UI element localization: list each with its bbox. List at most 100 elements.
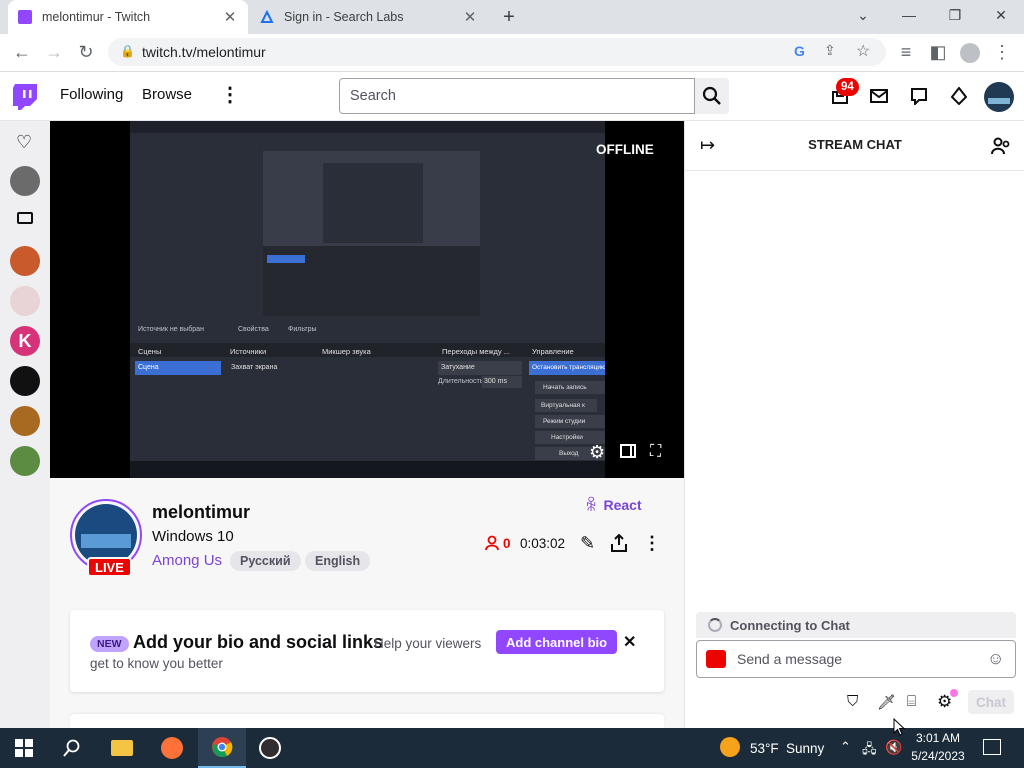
send-chat-button[interactable]: Chat bbox=[968, 690, 1014, 714]
fullscreen-icon[interactable]: ⛶ bbox=[650, 443, 661, 461]
edit-pencil-icon[interactable]: ✎ bbox=[580, 533, 595, 554]
live-badge: LIVE bbox=[87, 557, 132, 577]
close-tab-icon[interactable]: ✕ bbox=[462, 8, 478, 26]
user-avatar[interactable] bbox=[984, 82, 1014, 112]
channel-avatar[interactable] bbox=[10, 446, 40, 476]
restore-button[interactable]: ❐ bbox=[932, 0, 978, 30]
forward-button[interactable]: → bbox=[40, 34, 68, 70]
channel-name[interactable]: melontimur bbox=[152, 502, 250, 523]
inbox-icon[interactable] bbox=[867, 84, 891, 108]
obs-panel-title: Переходы между ... bbox=[442, 347, 510, 356]
obs-preview-window bbox=[263, 151, 480, 316]
filter-icon[interactable]: ⌸ bbox=[907, 693, 916, 710]
file-explorer-icon[interactable] bbox=[98, 728, 146, 768]
react-button[interactable]: ꆜ React bbox=[585, 494, 642, 516]
back-button[interactable]: ← bbox=[8, 34, 36, 70]
channel-avatar[interactable] bbox=[10, 286, 40, 316]
react-label: React bbox=[603, 497, 642, 513]
browser-tab-strip: melontimur - Twitch ✕ Sign in - Search L… bbox=[0, 0, 1024, 34]
chat-panel: ↦ STREAM CHAT Connecting to Chat Send a … bbox=[684, 121, 1024, 728]
channel-avatar[interactable]: K bbox=[10, 326, 40, 356]
side-panel-icon[interactable]: ◧ bbox=[924, 34, 952, 70]
weather-temperature[interactable]: 53°F bbox=[750, 741, 779, 756]
taskbar-search-icon[interactable] bbox=[48, 728, 96, 768]
search-button[interactable] bbox=[695, 78, 729, 114]
obs-panel-title: Источники bbox=[230, 347, 267, 356]
bits-icon[interactable] bbox=[947, 84, 971, 108]
chat-header: STREAM CHAT bbox=[808, 137, 902, 152]
clock-time[interactable]: 3:01 AM bbox=[908, 731, 968, 745]
browser-tab-search-labs[interactable]: Sign in - Search Labs ✕ bbox=[250, 0, 488, 34]
twitch-logo-icon[interactable] bbox=[12, 83, 38, 111]
player-settings-icon[interactable]: ⚙ bbox=[589, 442, 605, 463]
video-camera-icon[interactable] bbox=[17, 212, 33, 224]
address-bar[interactable]: 🔒 twitch.tv/melontimur G ⇪ ☆ bbox=[108, 38, 886, 66]
twitch-top-nav: Following Browse ⋮ Search 94 bbox=[0, 72, 1024, 121]
close-icon[interactable]: ✕ bbox=[623, 632, 636, 652]
chrome-menu-icon[interactable]: ⋮ bbox=[988, 34, 1016, 70]
minimize-button[interactable]: — bbox=[886, 0, 932, 30]
add-channel-bio-button[interactable]: Add channel bio bbox=[496, 630, 618, 654]
action-center-icon[interactable] bbox=[983, 739, 1001, 755]
obs-control: Остановить трансляцию bbox=[529, 361, 605, 375]
browse-link[interactable]: Browse bbox=[142, 86, 192, 103]
viewer-count-value: 0 bbox=[503, 535, 511, 551]
search-icon bbox=[702, 86, 721, 105]
about-panel-card bbox=[70, 714, 664, 728]
profile-avatar-icon[interactable] bbox=[960, 43, 980, 63]
sword-icon[interactable]: 🗡 bbox=[877, 693, 896, 711]
network-icon[interactable]: 🖧 bbox=[862, 740, 877, 762]
whispers-icon[interactable] bbox=[907, 84, 931, 108]
community-icon[interactable] bbox=[991, 136, 1011, 156]
tab-search-icon[interactable]: ⌄ bbox=[840, 0, 886, 30]
more-menu-icon[interactable]: ⋮ bbox=[220, 82, 240, 107]
firefox-icon[interactable] bbox=[148, 728, 196, 768]
weather-condition[interactable]: Sunny bbox=[786, 741, 824, 756]
search-input[interactable]: Search bbox=[339, 78, 695, 114]
stream-uptime: 0:03:02 bbox=[520, 536, 566, 551]
bookmark-star-icon[interactable]: ☆ bbox=[856, 41, 870, 61]
close-window-button[interactable]: ✕ bbox=[978, 0, 1024, 30]
lock-icon: 🔒 bbox=[120, 44, 135, 58]
following-link[interactable]: Following bbox=[60, 86, 123, 103]
media-control-icon[interactable]: ≡ bbox=[892, 34, 920, 70]
obs-properties-button: Свойства bbox=[238, 326, 269, 333]
channel-avatar[interactable] bbox=[10, 246, 40, 276]
google-lens-icon[interactable]: G bbox=[794, 43, 805, 59]
close-tab-icon[interactable]: ✕ bbox=[222, 8, 238, 26]
share-icon[interactable] bbox=[610, 533, 628, 552]
tag-english[interactable]: English bbox=[305, 551, 371, 571]
category-link[interactable]: Among Us bbox=[152, 552, 222, 569]
reload-button[interactable]: ↻ bbox=[72, 34, 100, 70]
obs-control: Виртуальная к bbox=[535, 399, 597, 412]
browser-tab-twitch[interactable]: melontimur - Twitch ✕ bbox=[8, 0, 248, 34]
share-icon[interactable]: ⇪ bbox=[824, 42, 836, 59]
hidden-icons-chevron[interactable]: ⌃ bbox=[840, 739, 851, 755]
notifications-button[interactable]: 94 bbox=[828, 78, 859, 108]
channel-avatar[interactable] bbox=[10, 166, 40, 196]
obs-studio-icon[interactable] bbox=[246, 728, 294, 768]
volume-muted-icon[interactable]: 🔇 bbox=[885, 739, 902, 756]
more-options-icon[interactable]: ⋮ bbox=[643, 533, 661, 554]
bio-prompt-card: NEW Add your bio and social links Help y… bbox=[70, 610, 664, 692]
shield-icon[interactable]: ⛉ bbox=[847, 693, 858, 710]
channel-avatar[interactable] bbox=[10, 366, 40, 396]
clock-date[interactable]: 5/24/2023 bbox=[908, 749, 968, 763]
obs-panel-title: Микшер звука bbox=[322, 347, 371, 356]
chat-message-input[interactable]: Send a message ☺ bbox=[696, 640, 1016, 678]
react-icon: ꆜ bbox=[585, 498, 598, 515]
connecting-status: Connecting to Chat bbox=[696, 612, 1016, 638]
offline-status: OFFLINE bbox=[596, 142, 654, 157]
heart-icon[interactable]: ♡ bbox=[16, 132, 32, 153]
new-tab-button[interactable]: + bbox=[496, 4, 522, 30]
obs-source-item: Захват экрана bbox=[231, 364, 278, 371]
theatre-mode-icon[interactable] bbox=[620, 444, 636, 458]
tag-russian[interactable]: Русский bbox=[230, 551, 301, 571]
emote-picker-icon[interactable]: ☺ bbox=[987, 649, 1004, 669]
chrome-icon[interactable] bbox=[198, 728, 246, 768]
start-button[interactable] bbox=[0, 728, 48, 768]
new-badge: NEW bbox=[90, 636, 129, 652]
windows-logo-icon bbox=[15, 739, 33, 757]
weather-sun-icon[interactable] bbox=[720, 737, 740, 757]
channel-avatar[interactable] bbox=[10, 406, 40, 436]
